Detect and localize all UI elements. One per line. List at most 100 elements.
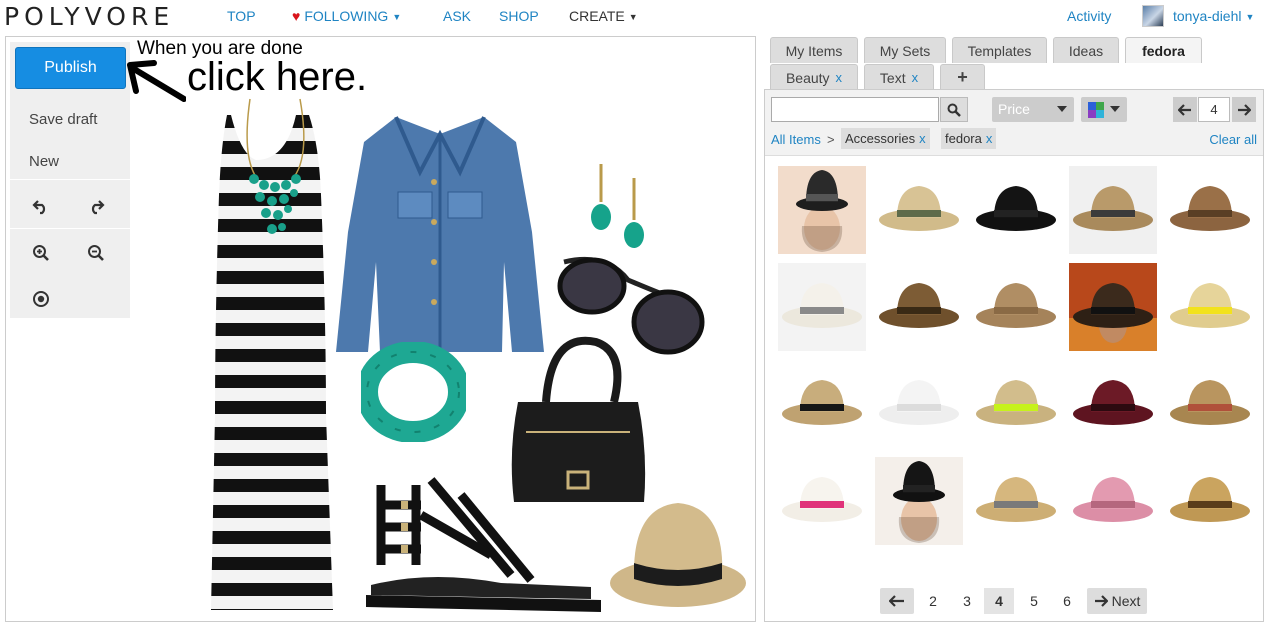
close-icon[interactable]: x bbox=[912, 70, 919, 85]
tab-my-items[interactable]: My Items bbox=[770, 37, 858, 63]
result-item-natural-straw-fedora[interactable] bbox=[1166, 457, 1254, 545]
chevron-down-icon bbox=[1110, 106, 1120, 112]
polyvore-logo[interactable]: POLYVORE bbox=[4, 2, 174, 31]
target-icon[interactable] bbox=[29, 287, 53, 311]
arrow-left-icon bbox=[127, 60, 186, 102]
arrow-right-icon bbox=[1238, 103, 1251, 116]
divider bbox=[10, 228, 130, 229]
tab-text[interactable]: Text x bbox=[864, 64, 934, 90]
undo-icon[interactable] bbox=[29, 194, 53, 218]
tab-text-label: Text bbox=[879, 69, 906, 86]
search-input[interactable] bbox=[771, 97, 939, 122]
result-item-white-fedora[interactable] bbox=[778, 263, 866, 351]
nav-following[interactable]: ♥ FOLLOWING ▼ bbox=[292, 8, 401, 24]
result-item-tan-fedora[interactable] bbox=[1069, 166, 1157, 254]
result-item-brown-fedora[interactable] bbox=[1166, 166, 1254, 254]
pager-page-6[interactable]: 6 bbox=[1059, 593, 1075, 609]
tab-templates[interactable]: Templates bbox=[952, 37, 1047, 63]
avatar[interactable] bbox=[1142, 5, 1164, 27]
pager-page-5[interactable]: 5 bbox=[1026, 593, 1042, 609]
breadcrumb-all-items[interactable]: All Items bbox=[771, 132, 821, 147]
username: tonya-diehl bbox=[1173, 8, 1242, 24]
tab-fedora[interactable]: fedora bbox=[1125, 37, 1202, 63]
tab-beauty[interactable]: Beauty x bbox=[770, 64, 858, 90]
filter-chip-fedora: fedora x bbox=[941, 128, 997, 149]
next-page-button[interactable] bbox=[1232, 97, 1256, 122]
tab-ideas[interactable]: Ideas bbox=[1053, 37, 1119, 63]
pager-prev-button[interactable] bbox=[880, 588, 914, 614]
arrow-left-icon bbox=[889, 595, 904, 607]
result-item-white-pink-band-panama[interactable] bbox=[778, 457, 866, 545]
nav-create[interactable]: CREATE ▼ bbox=[569, 8, 638, 24]
chevron-down-icon: ▼ bbox=[1245, 12, 1255, 22]
color-select[interactable] bbox=[1081, 97, 1127, 122]
zoom-out-icon[interactable] bbox=[84, 241, 108, 265]
toolbox: Publish Save draft New bbox=[10, 42, 130, 318]
result-item-patterned-band-fedora[interactable] bbox=[1166, 360, 1254, 448]
publish-button[interactable]: Publish bbox=[15, 47, 126, 89]
result-item-white-ribbed-fedora[interactable] bbox=[875, 360, 963, 448]
new-link[interactable]: New bbox=[29, 153, 59, 170]
price-select-label: Price bbox=[998, 101, 1030, 117]
close-icon[interactable]: x bbox=[919, 131, 926, 146]
statement-necklace[interactable] bbox=[238, 95, 313, 240]
denim-jacket[interactable] bbox=[336, 112, 544, 362]
result-item-pink-floppy-hat[interactable] bbox=[1069, 457, 1157, 545]
result-item-straw-fedora-black-band[interactable] bbox=[778, 360, 866, 448]
filter-chip-accessories: Accessories x bbox=[841, 128, 930, 149]
zoom-in-icon[interactable] bbox=[29, 241, 53, 265]
price-select[interactable]: Price bbox=[992, 97, 1074, 122]
pager-next-button[interactable]: Next bbox=[1087, 588, 1147, 614]
tab-beauty-label: Beauty bbox=[785, 69, 830, 86]
set-canvas[interactable]: Publish Save draft New When you are done… bbox=[5, 36, 756, 622]
turquoise-earrings[interactable] bbox=[589, 162, 649, 250]
result-item-yellow-band-straw-fedora[interactable] bbox=[1166, 263, 1254, 351]
redo-icon[interactable] bbox=[84, 194, 108, 218]
pager-page-4[interactable]: 4 bbox=[984, 588, 1014, 614]
clear-all-link[interactable]: Clear all bbox=[1209, 132, 1257, 147]
result-item-straw-fedora-green-band[interactable] bbox=[875, 166, 963, 254]
result-item-straw-gray-band-fedora[interactable] bbox=[972, 457, 1060, 545]
nav-activity[interactable]: Activity bbox=[1067, 8, 1111, 24]
nav-top[interactable]: TOP bbox=[227, 8, 256, 24]
search-icon bbox=[947, 103, 961, 117]
result-item-neon-band-straw-fedora[interactable] bbox=[972, 360, 1060, 448]
nav-shop[interactable]: SHOP bbox=[499, 8, 539, 24]
user-menu[interactable]: tonya-diehl ▼ bbox=[1173, 8, 1254, 24]
add-tab-button[interactable]: + bbox=[940, 64, 985, 90]
chevron-down-icon bbox=[1057, 106, 1067, 112]
filter-chip-label: Accessories bbox=[845, 131, 916, 146]
prev-page-button[interactable] bbox=[1173, 97, 1197, 122]
pager-page-3[interactable]: 3 bbox=[959, 593, 975, 609]
save-draft-link[interactable]: Save draft bbox=[29, 111, 97, 128]
search-button[interactable] bbox=[940, 97, 968, 122]
breadcrumb-separator: > bbox=[827, 132, 835, 147]
result-item-black-hat-on-model[interactable] bbox=[875, 457, 963, 545]
item-browser: Price 4 All Items > Accessories x fedora x… bbox=[764, 89, 1264, 622]
arrow-right-icon bbox=[1094, 595, 1108, 607]
result-item-small-brown-fedora[interactable] bbox=[875, 263, 963, 351]
browser-toolbar: Price 4 All Items > Accessories x fedora x… bbox=[765, 90, 1263, 156]
black-gladiator-sandals[interactable] bbox=[361, 475, 606, 615]
pager-page-2[interactable]: 2 bbox=[925, 593, 941, 609]
result-item-fedora-on-model[interactable] bbox=[778, 166, 866, 254]
close-icon[interactable]: x bbox=[986, 131, 993, 146]
heart-icon: ♥ bbox=[292, 8, 301, 24]
chevron-down-icon: ▼ bbox=[392, 12, 402, 22]
page-input[interactable]: 4 bbox=[1198, 97, 1230, 122]
chevron-down-icon: ▼ bbox=[628, 12, 638, 22]
close-icon[interactable]: x bbox=[836, 70, 843, 85]
arrow-left-icon bbox=[1178, 103, 1191, 116]
tab-my-sets[interactable]: My Sets bbox=[864, 37, 946, 63]
nav-ask[interactable]: ASK bbox=[443, 8, 471, 24]
nav-following-label: FOLLOWING bbox=[304, 8, 389, 24]
result-item-black-wool-fedora[interactable] bbox=[972, 166, 1060, 254]
divider bbox=[10, 179, 130, 180]
result-item-burgundy-wide-brim-hat[interactable] bbox=[1069, 360, 1157, 448]
filter-chip-label: fedora bbox=[945, 131, 982, 146]
straw-fedora[interactable] bbox=[606, 497, 751, 612]
nav-create-label: CREATE bbox=[569, 8, 625, 24]
turquoise-bracelet[interactable] bbox=[361, 342, 466, 442]
result-item-woven-straw-fedora[interactable] bbox=[972, 263, 1060, 351]
result-item-indiana-jones-poster[interactable] bbox=[1069, 263, 1157, 351]
